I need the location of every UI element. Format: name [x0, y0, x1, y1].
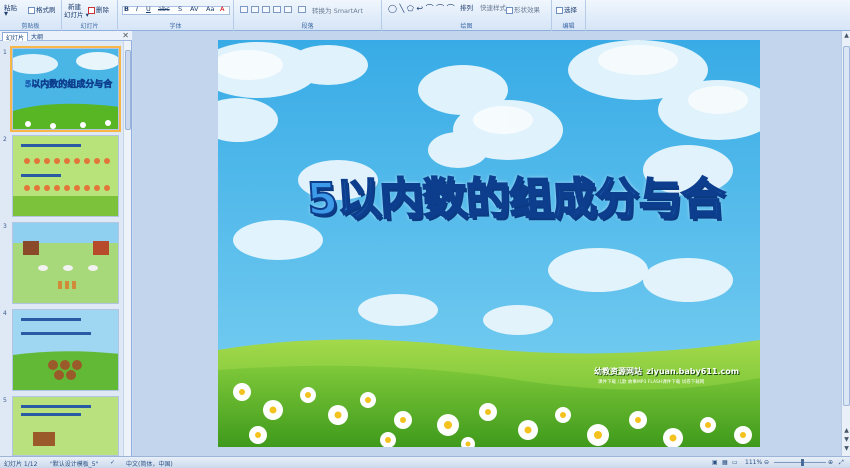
bold-icon[interactable]: B [124, 5, 129, 13]
paste-dropdown-icon[interactable]: ▾ [4, 9, 8, 18]
smartart-button[interactable]: 转换为 SmartArt [312, 5, 363, 15]
scroll-up-double-icon[interactable]: ▲ [842, 427, 850, 434]
shape-effects-label: 形状效果 [514, 6, 540, 14]
site-name: 幼教资源网站 [594, 367, 642, 376]
slide-title-wordart[interactable]: 5以内数的组成分与合 [304, 160, 727, 250]
slide-title: 5以内数的组成分与合 [304, 173, 727, 226]
shape-effects-button[interactable]: 形状效果 [506, 4, 540, 14]
thumbnail-image [13, 310, 118, 390]
change-case-icon[interactable]: Aa [206, 5, 214, 13]
slide-number: 4 [3, 310, 7, 317]
editing-group: 选择 编辑 [552, 0, 586, 31]
slides-group: 新建 幻灯片 ▾ 删除 幻灯片 [62, 0, 118, 31]
underline-icon[interactable]: U [146, 5, 151, 13]
zoom-slider[interactable] [774, 462, 826, 463]
zoom-slider-handle[interactable] [801, 459, 804, 466]
select-label: 选择 [564, 6, 577, 14]
align-left-icon[interactable] [240, 6, 248, 13]
spelling-icon[interactable]: ✓ [110, 459, 115, 466]
justify-icon[interactable] [273, 6, 281, 13]
arrange-button[interactable]: 排列 [460, 2, 473, 12]
scrollbar-thumb[interactable] [125, 50, 131, 130]
scroll-down-icon[interactable]: ▼ [842, 445, 850, 452]
slide-sorter-icon[interactable]: ▦ [722, 459, 728, 466]
font-group: B I U abc S AV Aa A 字体 [118, 0, 234, 31]
zoom-in-icon[interactable]: ⊕ [828, 459, 833, 466]
strikethrough-icon[interactable]: abc [158, 5, 170, 13]
brush-icon [28, 6, 35, 14]
fit-to-window-icon[interactable]: ⤢ [839, 459, 844, 467]
slide-thumbnail-1[interactable]: 5以内数的组成分与合 [10, 46, 121, 132]
slide-thumbnail-3[interactable] [12, 222, 119, 304]
quick-styles-button[interactable]: 快速样式 [480, 2, 506, 12]
select-button[interactable]: 选择 [556, 4, 577, 14]
scrollbar-thumb[interactable] [843, 46, 850, 406]
paragraph-label: 段落 [301, 23, 314, 30]
align-center-icon[interactable] [251, 6, 259, 13]
slide-thumbnail-4[interactable] [12, 309, 119, 391]
slide-canvas[interactable]: 5以内数的组成分与合 幼教资源网站 ziyuan.baby611.com 课件下… [218, 40, 760, 447]
status-bar: 幻灯片 1/12 "默认设计模板_5" ✓ 中文(简体，中国) ▣ ▦ ▭ 11… [0, 456, 850, 468]
thumbnail-image [13, 223, 118, 303]
drawing-label: 绘图 [460, 23, 473, 30]
paragraph-group: 转换为 SmartArt 段落 [234, 0, 382, 31]
font-color-icon[interactable]: A [220, 5, 224, 13]
drawing-group: ◯ ╲ ⬠ ↩ ⌒ ⌒ ⌒ 排列 快速样式 形状效果 绘图 [382, 0, 552, 31]
zoom-out-icon[interactable]: ⊖ [764, 459, 769, 466]
ribbon: 粘贴 ▾ 格式刷 剪贴板 新建 幻灯片 ▾ 删除 幻灯片 B I U abc S… [0, 0, 850, 31]
delete-slide-button[interactable]: 删除 [88, 4, 109, 14]
tab-slides[interactable]: 幻灯片 [2, 32, 29, 42]
slide-editing-area: 5以内数的组成分与合 幼教资源网站 ziyuan.baby611.com 课件下… [133, 31, 841, 456]
columns-icon[interactable] [284, 6, 292, 13]
slides-label: 幻灯片 [80, 23, 99, 30]
slide-number: 2 [3, 136, 7, 143]
clipboard-group: 粘贴 ▾ 格式刷 剪贴板 [0, 0, 62, 31]
slide-thumbnail-5[interactable] [12, 396, 119, 456]
close-icon[interactable]: ✕ [122, 31, 129, 40]
editing-label: 编辑 [562, 23, 575, 30]
zoom-level[interactable]: 111% [745, 459, 762, 466]
thumbnail-scrollbar[interactable] [123, 41, 131, 456]
thumbnail-image [13, 397, 118, 455]
slides-pane: 幻灯片 大纲 ✕ 1 5以内数的组成分与合 2 3 4 5 [0, 31, 132, 456]
align-right-icon[interactable] [262, 6, 270, 13]
slide-number: 5 [3, 397, 7, 404]
new-slide-dropdown[interactable]: 幻灯片 ▾ [64, 9, 89, 19]
site-url: ziyuan.baby611.com [646, 367, 740, 376]
cursor-icon [556, 6, 563, 14]
font-label: 字体 [169, 23, 182, 30]
pane-tabs: 幻灯片 大纲 ✕ [0, 31, 132, 42]
slide-number: 3 [3, 223, 7, 230]
format-painter-button[interactable]: 格式刷 [28, 4, 56, 14]
thumbnail-title: 5以内数的组成分与合 [25, 80, 113, 91]
thumbnail-image [13, 136, 118, 216]
effects-icon [506, 6, 513, 14]
format-painter-label: 格式刷 [36, 6, 56, 14]
slide-thumbnail-2[interactable] [12, 135, 119, 217]
delete-label: 删除 [96, 6, 109, 14]
slide-number: 1 [3, 49, 7, 56]
tab-outline[interactable]: 大纲 [28, 32, 46, 41]
slideshow-icon[interactable]: ▭ [732, 459, 738, 466]
site-subtitle: 课件下载 儿歌 故事MP3 FLASH课件下载 试卷下载网 [598, 380, 705, 385]
site-watermark: 幼教资源网站 ziyuan.baby611.com 课件下载 儿歌 故事MP3 … [594, 366, 754, 385]
clipboard-label: 剪贴板 [21, 23, 40, 30]
scroll-up-icon[interactable]: ▲ [842, 32, 850, 39]
italic-icon[interactable]: I [136, 5, 138, 13]
vertical-scrollbar[interactable]: ▲ ▲ ▼ ▼ [841, 31, 850, 456]
char-spacing-icon[interactable]: AV [190, 5, 198, 13]
scroll-down-double-icon[interactable]: ▼ [842, 436, 850, 443]
normal-view-icon[interactable]: ▣ [712, 459, 718, 466]
shapes-gallery-icon[interactable]: ◯ ╲ ⬠ ↩ ⌒ ⌒ ⌒ [388, 3, 455, 14]
text-direction-icon[interactable] [298, 6, 306, 13]
shadow-icon[interactable]: S [178, 5, 182, 13]
delete-icon [88, 6, 95, 14]
